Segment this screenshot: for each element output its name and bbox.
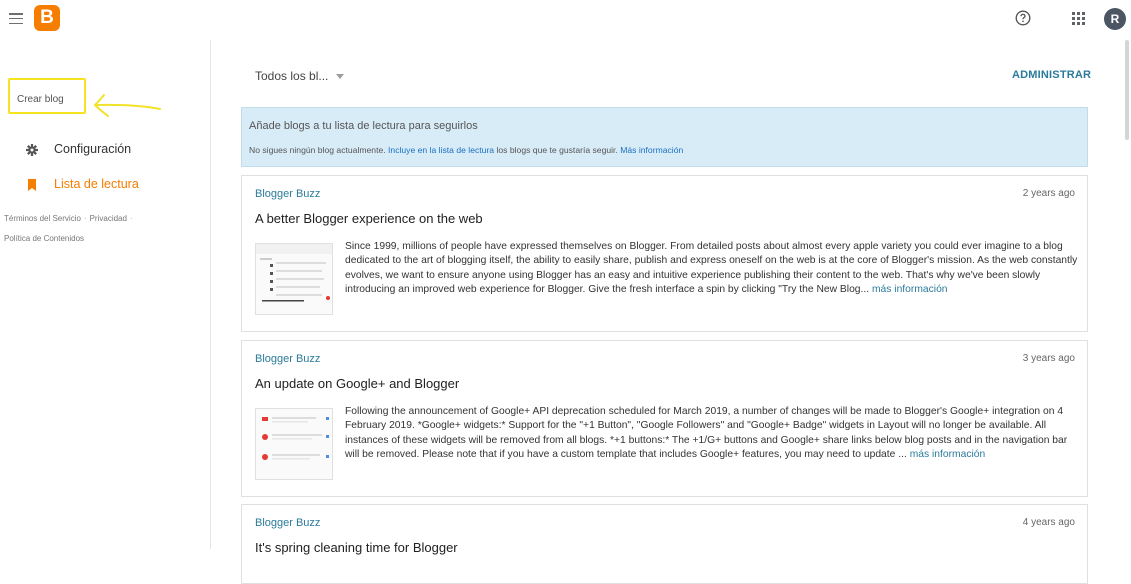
blog-filter-dropdown[interactable]: Todos los bl... bbox=[255, 69, 345, 83]
separator: · bbox=[83, 214, 87, 223]
annotation-arrow bbox=[93, 94, 161, 117]
scrollbar[interactable] bbox=[1125, 40, 1129, 140]
avatar[interactable]: R bbox=[1104, 8, 1126, 30]
reading-list-info-banner: Añade blogs a tu lista de lectura para s… bbox=[241, 107, 1088, 167]
bookmark-icon bbox=[28, 179, 36, 191]
info-text-start: No sigues ningún blog actualmente. bbox=[249, 145, 386, 155]
content-policy-link[interactable]: Política de Contenidos bbox=[4, 234, 84, 243]
apps-grid-icon[interactable] bbox=[1072, 12, 1085, 25]
info-title: Añade blogs a tu lista de lectura para s… bbox=[249, 120, 478, 132]
post-time: 3 years ago bbox=[1022, 353, 1075, 364]
create-blog-button[interactable]: Crear blog bbox=[8, 78, 86, 114]
post-title[interactable]: An update on Google+ and Blogger bbox=[255, 376, 459, 391]
filter-label: Todos los bl... bbox=[255, 69, 329, 83]
sidebar-footer-links: Términos del Servicio · Privacidad · Políti… bbox=[4, 209, 204, 249]
post-source[interactable]: Blogger Buzz bbox=[255, 353, 320, 365]
sidebar-item-label: Configuración bbox=[54, 142, 132, 156]
read-more-link[interactable]: más información bbox=[872, 284, 948, 295]
post-thumbnail[interactable] bbox=[255, 408, 333, 480]
read-more-link[interactable]: más información bbox=[910, 449, 986, 460]
menu-icon[interactable] bbox=[9, 13, 23, 25]
administer-button[interactable]: ADMINISTRAR bbox=[1012, 69, 1091, 81]
post-time: 2 years ago bbox=[1022, 188, 1075, 199]
thumbnail-image bbox=[256, 244, 332, 302]
info-text-middle: los blogs que te gustaría seguir. bbox=[496, 145, 618, 155]
sidebar: Crear blog Configuración Lista de lectur… bbox=[0, 40, 211, 549]
post-title[interactable]: It's spring cleaning time for Blogger bbox=[255, 540, 458, 555]
sidebar-item-label: Lista de lectura bbox=[54, 177, 139, 191]
post-excerpt: Since 1999, millions of people have expr… bbox=[345, 240, 1080, 298]
post-excerpt: Following the announcement of Google+ AP… bbox=[345, 405, 1080, 463]
gear-icon bbox=[26, 144, 38, 156]
post-thumbnail[interactable] bbox=[255, 243, 333, 315]
separator: · bbox=[129, 214, 133, 223]
info-text: No sigues ningún blog actualmente. Inclu… bbox=[249, 145, 683, 155]
privacy-link[interactable]: Privacidad bbox=[90, 214, 127, 223]
thumbnail-image bbox=[262, 417, 329, 460]
post-card[interactable]: Blogger Buzz 2 years ago A better Blogge… bbox=[241, 175, 1088, 332]
post-source[interactable]: Blogger Buzz bbox=[255, 188, 320, 200]
dropdown-arrow-icon bbox=[336, 74, 345, 80]
top-app-bar: B R bbox=[0, 0, 1131, 40]
post-excerpt-text: Since 1999, millions of people have expr… bbox=[345, 241, 1078, 296]
blogger-logo[interactable]: B bbox=[34, 5, 60, 31]
post-source[interactable]: Blogger Buzz bbox=[255, 517, 320, 529]
help-icon[interactable] bbox=[1015, 10, 1031, 26]
logo-letter: B bbox=[40, 7, 54, 28]
post-title[interactable]: A better Blogger experience on the web bbox=[255, 211, 483, 226]
terms-link[interactable]: Términos del Servicio bbox=[4, 214, 81, 223]
add-to-reading-list-link[interactable]: Incluye en la lista de lectura bbox=[388, 145, 494, 155]
post-card[interactable]: Blogger Buzz 3 years ago An update on Go… bbox=[241, 340, 1088, 497]
post-time: 4 years ago bbox=[1022, 517, 1075, 528]
post-card[interactable]: Blogger Buzz 4 years ago It's spring cle… bbox=[241, 504, 1088, 584]
more-info-link[interactable]: Más información bbox=[620, 145, 683, 155]
